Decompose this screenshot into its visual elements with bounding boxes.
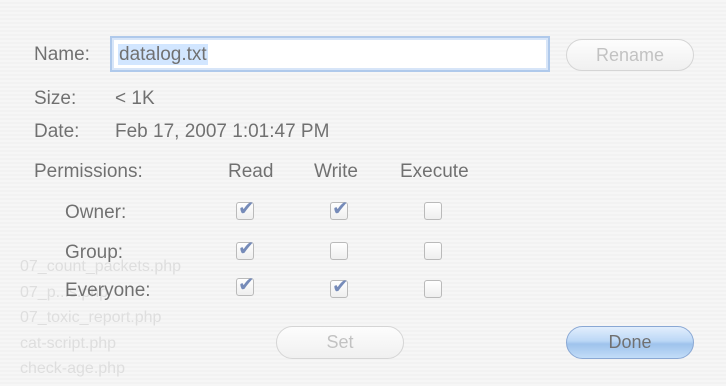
permissions-dialog: 07_count_packets.php 07_p...s.php 07_tox…: [0, 0, 726, 386]
everyone-read-checkbox[interactable]: [236, 272, 255, 296]
everyone-write-checkbox[interactable]: [330, 274, 349, 298]
size-value: < 1K: [115, 88, 155, 109]
owner-execute-checkbox[interactable]: [424, 202, 442, 220]
everyone-execute-checkbox[interactable]: [424, 280, 442, 298]
owner-read-checkbox[interactable]: [236, 196, 255, 220]
background-file-item: 07_toxic_report.php: [20, 309, 162, 326]
done-button[interactable]: Done: [566, 326, 694, 359]
background-file-item: check-age.php: [20, 360, 125, 377]
everyone-label: Everyone:: [65, 280, 151, 301]
set-button[interactable]: Set: [276, 326, 404, 359]
name-field[interactable]: datalog.txt: [110, 36, 550, 72]
size-label: Size:: [34, 88, 77, 109]
date-label: Date:: [34, 121, 80, 142]
name-value: datalog.txt: [118, 44, 208, 65]
owner-label: Owner:: [65, 202, 127, 223]
background-file-item: cat-script.php: [20, 335, 117, 352]
owner-write-checkbox[interactable]: [330, 196, 349, 220]
name-label: Name:: [34, 44, 90, 65]
group-label: Group:: [65, 242, 124, 263]
background-file-item: 07_count_packets.php: [20, 258, 182, 275]
background-file-item: 07_p...s.php: [20, 284, 109, 301]
permissions-label: Permissions:: [34, 161, 143, 182]
column-execute: Execute: [400, 161, 469, 182]
group-write-checkbox[interactable]: [330, 242, 348, 260]
column-write: Write: [314, 161, 358, 182]
rename-button[interactable]: Rename: [566, 39, 694, 71]
date-value: Feb 17, 2007 1:01:47 PM: [115, 121, 330, 142]
group-execute-checkbox[interactable]: [424, 242, 442, 260]
group-read-checkbox[interactable]: [236, 236, 255, 260]
column-read: Read: [228, 161, 274, 182]
